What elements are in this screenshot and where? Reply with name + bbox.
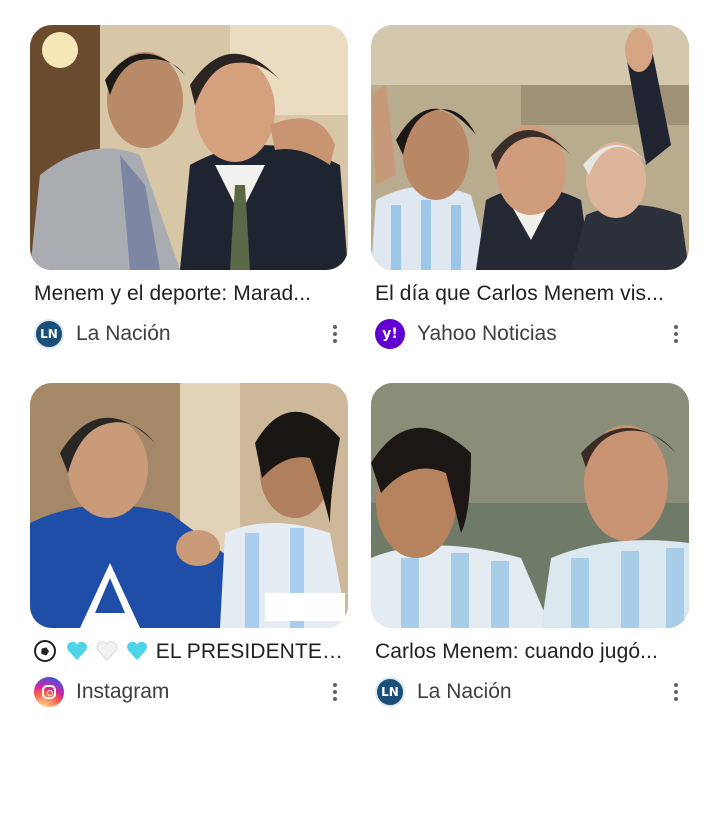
image-results-grid: Menem y el deporte: Marad... LN La Nació…: [0, 0, 720, 825]
result-title[interactable]: Menem y el deporte: Marad...: [34, 281, 346, 307]
la-nacion-icon: LN: [375, 677, 405, 707]
instagram-icon: [34, 677, 64, 707]
menem-blue-jersey-image[interactable]: [30, 383, 348, 628]
result-title-text: EL PRESIDENTE J...: [155, 640, 346, 663]
more-vert-icon[interactable]: [661, 317, 691, 351]
more-vert-icon[interactable]: [661, 675, 691, 709]
light-blue-heart-emoji: [126, 641, 147, 661]
result-source-row: Instagram: [34, 675, 350, 709]
result-source-row: LN La Nación: [375, 675, 691, 709]
source-name: La Nación: [76, 322, 171, 345]
source-name: La Nación: [417, 680, 512, 703]
result-source-row: LN La Nación: [34, 317, 350, 351]
source-name: Instagram: [76, 680, 170, 703]
more-vert-icon[interactable]: [320, 675, 350, 709]
yahoo-icon: y!: [375, 319, 405, 349]
argentina-jerseys-image[interactable]: [371, 383, 689, 628]
more-vert-icon[interactable]: [320, 317, 350, 351]
la-nacion-icon: LN: [34, 319, 64, 349]
result-source-row: y! Yahoo Noticias: [375, 317, 691, 351]
result-title[interactable]: EL PRESIDENTE J...: [34, 639, 346, 665]
balcony-celebration-image[interactable]: [371, 25, 689, 270]
source-name: Yahoo Noticias: [417, 322, 557, 345]
soccer-ball-emoji: [34, 640, 56, 662]
result-title[interactable]: El día que Carlos Menem vis...: [375, 281, 687, 307]
light-blue-heart-emoji: [67, 641, 87, 661]
result-title[interactable]: Carlos Menem: cuando jugó...: [375, 639, 687, 665]
white-heart-emoji: [96, 641, 118, 661]
maradona-menem-suits-image[interactable]: [30, 25, 348, 270]
